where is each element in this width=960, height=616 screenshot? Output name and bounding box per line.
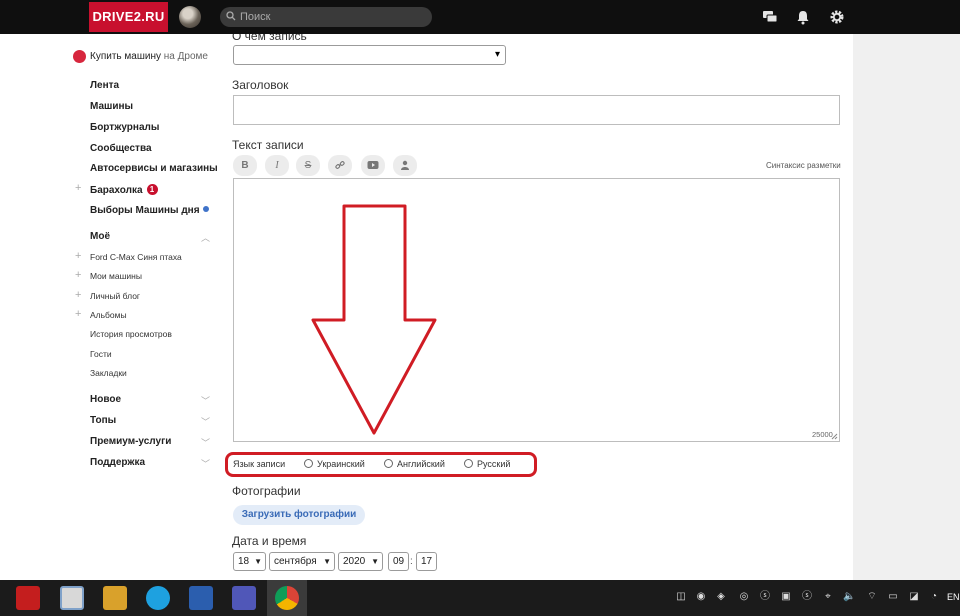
upload-photos-button[interactable]: Загрузить фотографии	[233, 505, 365, 525]
skype-icon[interactable]	[146, 586, 170, 610]
day-select[interactable]: 18 ▼	[233, 552, 266, 571]
hour-input[interactable]: 09	[388, 552, 409, 571]
minute-value: 17	[421, 556, 433, 567]
taskbar	[0, 580, 960, 616]
hour-value: 09	[393, 556, 405, 567]
year-select[interactable]: 2020 ▼	[338, 552, 383, 571]
datetime-label: Дата и время	[232, 534, 307, 548]
year-value: 2020	[343, 556, 366, 567]
month-value: сентября	[274, 556, 317, 567]
volume-icon[interactable]: 🔈	[843, 591, 855, 603]
input-language-indicator[interactable]: EN	[947, 592, 960, 602]
word-icon[interactable]	[189, 586, 213, 610]
chevron-down-icon: ▼	[254, 557, 262, 566]
tray-app-icon[interactable]: ◉	[695, 591, 707, 603]
annotation-arrow	[311, 204, 437, 435]
tray-app-icon[interactable]: ◔	[928, 591, 940, 603]
chevron-down-icon: ▼	[323, 557, 331, 566]
radio-english-label[interactable]: Английский	[397, 459, 445, 469]
language-label: Язык записи	[233, 459, 286, 469]
tray-app-icon[interactable]: ◈	[715, 591, 727, 603]
battery-icon[interactable]: ▭	[887, 591, 899, 603]
tray-app-icon[interactable]: ▣	[780, 591, 792, 603]
wifi-icon[interactable]: ⌔	[866, 591, 878, 603]
radio-english[interactable]	[384, 459, 393, 468]
tray-skype-icon[interactable]: ⓢ	[759, 591, 771, 603]
tray-app-icon[interactable]: ◎	[738, 591, 750, 603]
tray-app-icon[interactable]: ◪	[908, 591, 920, 603]
time-separator: :	[410, 556, 413, 567]
tray-app-icon[interactable]: ◫	[675, 591, 687, 603]
notepad-icon[interactable]	[60, 586, 84, 610]
chevron-down-icon: ▼	[371, 557, 379, 566]
mc-icon[interactable]	[16, 586, 40, 610]
radio-ukrainian-label[interactable]: Украинский	[317, 459, 365, 469]
radio-russian-label[interactable]: Русский	[477, 459, 510, 469]
tray-app-icon[interactable]: ⌖	[822, 591, 834, 603]
radio-russian[interactable]	[464, 459, 473, 468]
month-select[interactable]: сентября ▼	[269, 552, 335, 571]
radio-ukrainian[interactable]	[304, 459, 313, 468]
day-value: 18	[238, 556, 250, 567]
minute-input[interactable]: 17	[416, 552, 437, 571]
tray-skype-icon[interactable]: ⓢ	[801, 591, 813, 603]
photos-label: Фотографии	[232, 484, 301, 498]
chrome-icon[interactable]	[275, 586, 299, 610]
teams-icon[interactable]	[232, 586, 256, 610]
game-icon[interactable]	[103, 586, 127, 610]
